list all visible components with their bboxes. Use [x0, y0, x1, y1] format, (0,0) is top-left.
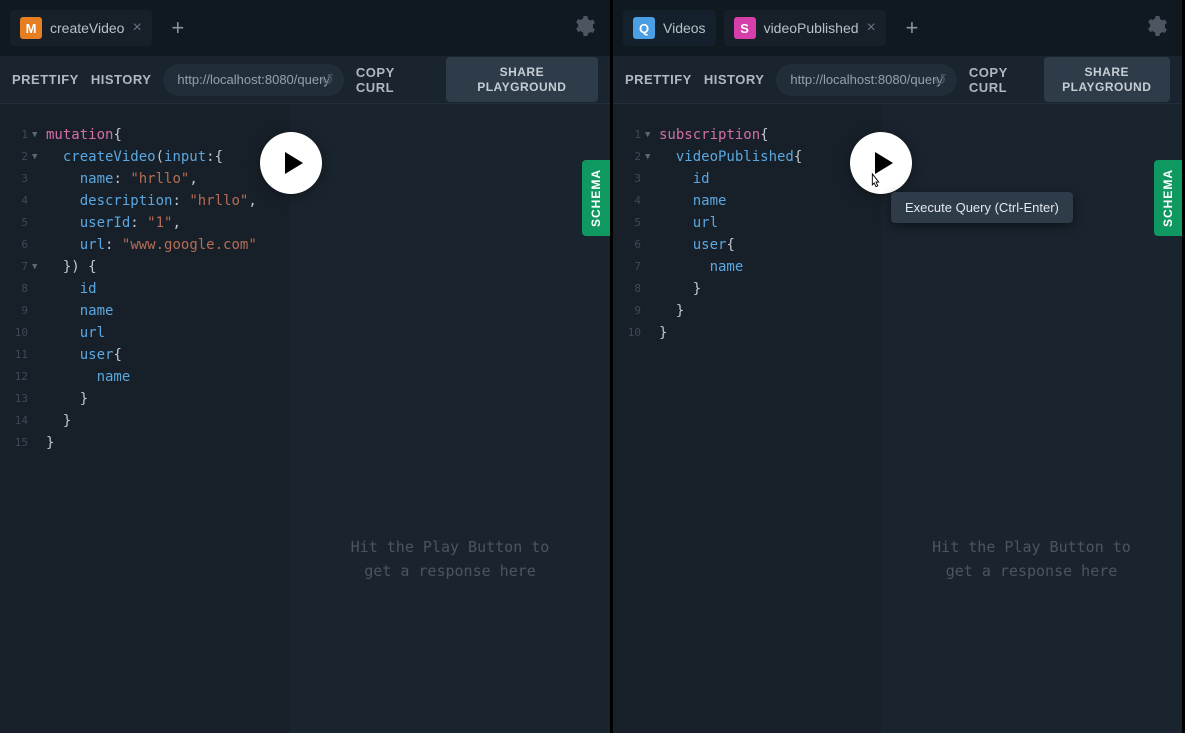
prettify-button[interactable]: PRETTIFY	[625, 72, 692, 87]
play-icon	[285, 152, 303, 174]
tab-label: createVideo	[50, 20, 124, 36]
endpoint-input[interactable]: http://localhost:8080/query ↺	[163, 64, 344, 96]
history-button[interactable]: HISTORY	[704, 72, 765, 87]
tab-video-published[interactable]: S videoPublished ×	[724, 10, 886, 46]
gear-icon[interactable]	[572, 14, 596, 45]
close-icon[interactable]: ×	[867, 19, 876, 37]
toolbar-right: PRETTIFY HISTORY http://localhost:8080/q…	[613, 56, 1182, 104]
prettify-button[interactable]: PRETTIFY	[12, 72, 79, 87]
query-editor-left[interactable]: 1▼mutation{ 2▼ createVideo(input:{ 3 nam…	[0, 104, 290, 733]
endpoint-input[interactable]: http://localhost:8080/query ↺	[776, 64, 957, 96]
pane-right: Q Videos S videoPublished × + PRETTIFY H…	[613, 0, 1185, 733]
toolbar-left: PRETTIFY HISTORY http://localhost:8080/q…	[0, 56, 610, 104]
reload-icon[interactable]: ↺	[321, 70, 334, 90]
result-placeholder: Hit the Play Button to get a response he…	[351, 535, 550, 583]
endpoint-text: http://localhost:8080/query	[177, 72, 330, 87]
query-editor-right[interactable]: 1▼subscription{ 2▼ videoPublished{ 3 id …	[613, 104, 881, 733]
tab-label: videoPublished	[764, 20, 859, 36]
tab-badge-mutation: M	[20, 17, 42, 39]
tabbar-left: M createVideo × +	[0, 0, 610, 56]
gear-icon[interactable]	[1144, 14, 1168, 45]
share-playground-button[interactable]: SHARE PLAYGROUND	[1044, 57, 1171, 102]
endpoint-text: http://localhost:8080/query	[790, 72, 943, 87]
play-icon	[875, 152, 893, 174]
close-icon[interactable]: ×	[132, 19, 141, 37]
tabbar-right: Q Videos S videoPublished × +	[613, 0, 1182, 56]
add-tab-button[interactable]: +	[894, 10, 930, 46]
schema-tab-left[interactable]: SCHEMA	[582, 160, 610, 236]
share-playground-button[interactable]: SHARE PLAYGROUND	[446, 57, 598, 102]
tab-create-video[interactable]: M createVideo ×	[10, 10, 152, 46]
add-tab-button[interactable]: +	[160, 10, 196, 46]
result-placeholder: Hit the Play Button to get a response he…	[932, 535, 1131, 583]
execute-tooltip: Execute Query (Ctrl-Enter)	[891, 192, 1073, 223]
reload-icon[interactable]: ↺	[934, 70, 947, 90]
tab-badge-subscription: S	[734, 17, 756, 39]
history-button[interactable]: HISTORY	[91, 72, 152, 87]
tab-label: Videos	[663, 20, 706, 36]
play-button-left[interactable]	[260, 132, 322, 194]
result-pane-left: Hit the Play Button to get a response he…	[290, 104, 610, 733]
tab-badge-query: Q	[633, 17, 655, 39]
workspace-left: 1▼mutation{ 2▼ createVideo(input:{ 3 nam…	[0, 104, 610, 733]
pane-left: M createVideo × + PRETTIFY HISTORY http:…	[0, 0, 613, 733]
schema-tab-right[interactable]: SCHEMA	[1154, 160, 1182, 236]
pointer-cursor-icon	[865, 172, 887, 200]
tab-videos[interactable]: Q Videos	[623, 10, 716, 46]
copy-curl-button[interactable]: COPY CURL	[356, 65, 434, 95]
copy-curl-button[interactable]: COPY CURL	[969, 65, 1032, 95]
